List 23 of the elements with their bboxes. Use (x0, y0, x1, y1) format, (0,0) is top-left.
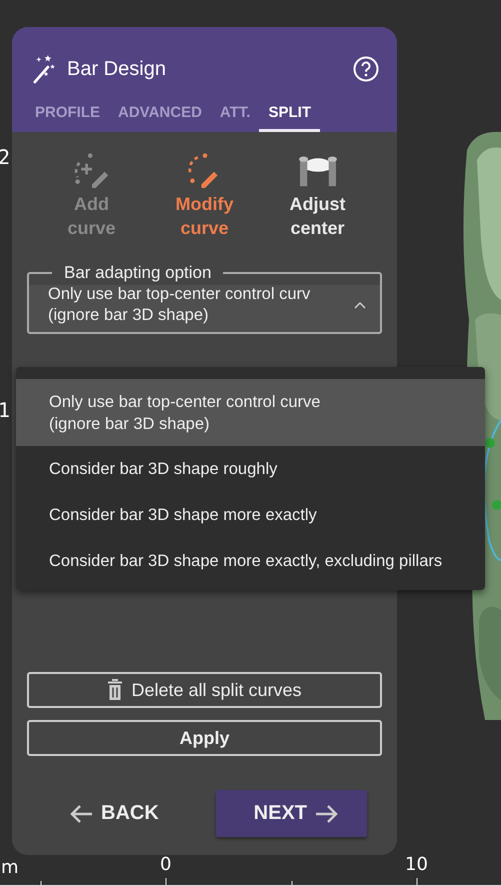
tool-button[interactable]: Modify curve (154, 152, 254, 240)
axis-label: 1 (0, 400, 10, 420)
axis-label: 10 (405, 856, 428, 874)
back-button[interactable]: BACK (67, 798, 161, 829)
panel-title: Bar Design (67, 58, 167, 80)
axis-label: m (1, 859, 19, 877)
menu-item[interactable]: Only use bar top-center control curve (ignore bar 3D shape) (16, 379, 485, 446)
arrow-right-icon (315, 804, 339, 824)
caret-icon (354, 301, 366, 309)
field-value: Only use bar top-center control curv (ignore bar 3D shape) (48, 284, 312, 326)
menu-item[interactable]: Consider bar 3D shape more exactly (16, 492, 485, 538)
tab[interactable]: SPLIT (259, 95, 320, 132)
field-label: Bar adapting option (63, 262, 212, 284)
next-button[interactable]: NEXT (216, 790, 367, 837)
trash-icon (107, 679, 124, 701)
menu-item[interactable]: Consider bar 3D shape more exactly, excluding pillars (16, 538, 485, 584)
help-icon[interactable] (353, 56, 379, 82)
apply-button[interactable]: Apply (27, 720, 382, 756)
delete-button[interactable]: Delete all split curves (27, 672, 382, 708)
tool-button[interactable]: Adjust center (268, 152, 368, 240)
menu-item[interactable]: Consider bar 3D shape roughly (16, 446, 485, 492)
axis-label: 0 (160, 856, 172, 874)
arrow-left-icon (69, 804, 93, 824)
